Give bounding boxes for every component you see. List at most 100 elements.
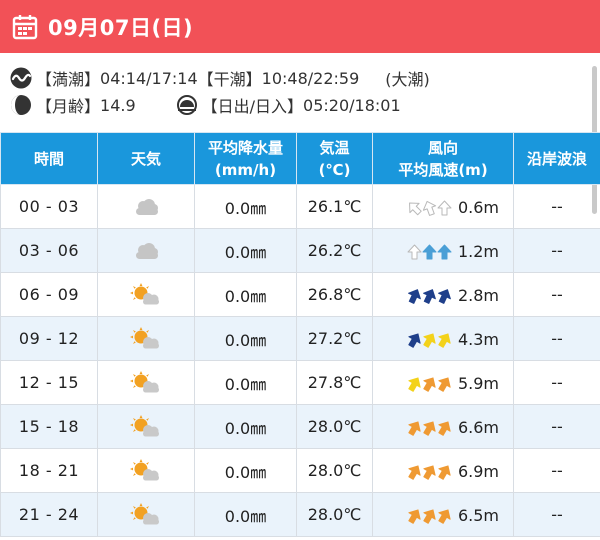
wave-cell: --: [513, 316, 600, 361]
wind-arrow-icon: [423, 509, 436, 524]
wind-arrow-icon: [408, 509, 421, 524]
wind-arrow-icon: [408, 333, 421, 348]
table-row: 03 - 06 0.0㎜ 26.2℃ 1.2m --: [0, 228, 600, 273]
wind-arrow-icon: [423, 377, 436, 392]
wind-arrows: [407, 330, 452, 349]
wind-arrow-icon: [437, 200, 452, 216]
table-row: 18 - 21 0.0㎜ 28.0℃ 6.9m --: [0, 448, 600, 493]
wind-arrow-icon: [422, 200, 437, 216]
sunrise-icon: [176, 95, 197, 115]
wind-arrows: [407, 418, 452, 437]
weather-cell: [97, 184, 195, 229]
time-cell: 12 - 15: [0, 360, 98, 405]
temp-cell: 26.1℃: [296, 184, 373, 229]
wave-cell: --: [513, 272, 600, 317]
partly-sunny-icon: [130, 282, 159, 304]
wind-cell: 4.3m: [372, 316, 514, 361]
wind-arrows: [407, 198, 452, 217]
cloudy-icon: [136, 242, 158, 259]
tide-type: (大潮): [385, 70, 430, 89]
column-header-time: 時間: [0, 132, 98, 185]
forecast-table: 時間 天気 平均降水量 (mm/h) 気温 (℃) 風向 平均風速(m) 沿岸波…: [0, 132, 600, 537]
high-tide-times: 04:14/17:14: [100, 68, 198, 88]
wind-arrow-icon: [438, 289, 451, 304]
temp-cell: 26.8℃: [296, 272, 373, 317]
partly-sunny-icon: [130, 458, 159, 480]
wind-arrow-icon: [438, 465, 451, 480]
time-cell: 00 - 03: [0, 184, 98, 229]
precip-cell: 0.0㎜: [194, 316, 297, 361]
date-header: 09月07日(日): [0, 0, 600, 53]
weather-cell: [97, 272, 195, 317]
sunrise-sunset-value: 05:20/18:01: [303, 95, 401, 115]
wind-arrow-icon: [408, 421, 421, 436]
wind-arrow-icon: [408, 377, 421, 392]
column-header-wave: 沿岸波浪: [513, 132, 600, 185]
time-cell: 06 - 09: [0, 272, 98, 317]
tide-info-panel: 【満潮】 04:14/17:14 【干潮】 10:48/22:59 (大潮) 【…: [0, 55, 600, 133]
precip-cell: 0.0㎜: [194, 272, 297, 317]
wind-cell: 6.9m: [372, 448, 514, 493]
wind-speed: 2.8m: [457, 285, 500, 305]
table-row: 09 - 12 0.0㎜ 27.2℃ 4.3m --: [0, 316, 600, 361]
table-row: 21 - 24 0.0㎜ 28.0℃ 6.5m --: [0, 492, 600, 537]
column-header-temp: 気温 (℃): [296, 132, 373, 185]
wind-speed: 1.2m: [457, 241, 500, 261]
cloudy-icon: [136, 198, 158, 215]
wind-arrow-icon: [423, 333, 436, 348]
precip-cell: 0.0㎜: [194, 492, 297, 537]
wind-arrow-icon: [423, 289, 436, 304]
precip-cell: 0.0㎜: [194, 360, 297, 405]
wave-cell: --: [513, 360, 600, 405]
moon-age-label: 【月齢】: [36, 97, 101, 116]
table-row: 06 - 09 0.0㎜ 26.8℃ 2.8m --: [0, 272, 600, 317]
wind-arrow-icon: [438, 333, 451, 348]
wind-cell: 1.2m: [372, 228, 514, 273]
wind-arrows: [407, 462, 452, 481]
wind-arrow-icon: [438, 421, 451, 436]
wind-arrow-icon: [422, 244, 437, 260]
temp-cell: 26.2℃: [296, 228, 373, 273]
wind-speed: 4.3m: [457, 329, 500, 349]
time-cell: 21 - 24: [0, 492, 98, 537]
wind-arrows: [407, 506, 452, 525]
wave-cell: --: [513, 404, 600, 449]
temp-cell: 28.0℃: [296, 448, 373, 493]
table-row: 15 - 18 0.0㎜ 28.0℃ 6.6m --: [0, 404, 600, 449]
wave-cell: --: [513, 228, 600, 273]
wind-arrow-icon: [408, 289, 421, 304]
partly-sunny-icon: [130, 414, 159, 436]
tide-row: 【満潮】 04:14/17:14 【干潮】 10:48/22:59 (大潮): [10, 65, 430, 91]
weather-cell: [97, 228, 195, 273]
wind-arrow-icon: [408, 465, 421, 480]
precip-cell: 0.0㎜: [194, 448, 297, 493]
weather-cell: [97, 316, 195, 361]
wind-speed: 6.9m: [457, 461, 500, 481]
wind-arrows: [407, 242, 452, 261]
wave-cell: --: [513, 492, 600, 537]
wind-arrow-icon: [423, 465, 436, 480]
wind-arrow-icon: [407, 244, 422, 260]
moon-sun-row: 【月齢】 14.9 【日出/日入】 05:20/18:01: [10, 92, 401, 118]
wave-cell: --: [513, 184, 600, 229]
weather-cell: [97, 404, 195, 449]
weather-cell: [97, 360, 195, 405]
column-header-weather: 天気: [97, 132, 195, 185]
sunrise-sunset-label: 【日出/日入】: [201, 97, 304, 116]
wind-speed: 0.6m: [457, 197, 500, 217]
column-header-precip: 平均降水量 (mm/h): [194, 132, 297, 185]
wind-arrow-icon: [423, 421, 436, 436]
temp-cell: 27.2℃: [296, 316, 373, 361]
partly-sunny-icon: [130, 370, 159, 392]
wave-icon: [10, 67, 32, 89]
low-tide-times: 10:48/22:59: [261, 68, 360, 88]
date-title: 09月07日(日): [48, 15, 194, 40]
table-header-row: 時間 天気 平均降水量 (mm/h) 気温 (℃) 風向 平均風速(m) 沿岸波…: [0, 132, 600, 185]
precip-cell: 0.0㎜: [194, 404, 297, 449]
calendar-icon: [12, 14, 38, 39]
moon-icon: [11, 95, 31, 115]
weather-cell: [97, 492, 195, 537]
precip-cell: 0.0㎜: [194, 184, 297, 229]
wind-arrow-icon: [409, 202, 422, 216]
table-row: 12 - 15 0.0㎜ 27.8℃ 5.9m --: [0, 360, 600, 405]
